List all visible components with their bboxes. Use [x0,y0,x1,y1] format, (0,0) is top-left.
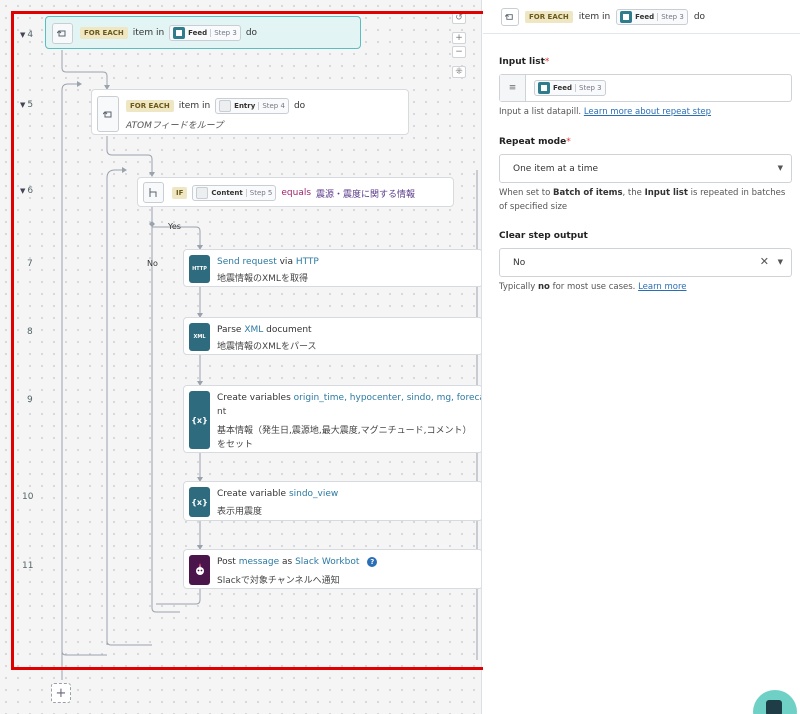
step-4-do: do [245,28,258,38]
xml-icon: XML [189,323,210,351]
step-11-slack-card[interactable]: Post message as Slack Workbot ? Slackで対象… [183,549,481,589]
step-6-header: IF Content Step 5 equals 震源・震度に関する情報 [172,185,415,201]
help-icon[interactable]: ? [367,557,378,567]
http-icon: HTTP [189,255,210,283]
rss-icon [620,10,633,23]
input-list-field[interactable]: ≡ Feed Step 3 [499,74,792,102]
row-number-8: 8 [27,327,33,337]
if-operator: equals [281,188,312,198]
step-4-text: item in [132,28,165,38]
row-number-5[interactable]: ▼ 5 [20,100,42,110]
workflow-canvas[interactable]: ▼ 4 ▼ 5 ▼ 6 7 8 9 10 11 FOR EACH item in Fe… [0,0,482,714]
row-number-9: 9 [27,395,33,405]
row-number-11: 11 [22,561,34,571]
list-icon [196,187,209,199]
repeat-mode-value: One item at a time [513,163,598,174]
step-8-xml-card[interactable]: XML Parse XML document 地震情報のXMLをパース [183,317,481,355]
step-8-title: Parse XML document [217,325,312,335]
panel-header: FOR EACH item in Feed Step 3 do [483,0,800,34]
step-5-do: do [293,101,306,111]
slack-workbot-icon [189,555,210,585]
clear-icon[interactable]: ✕ [760,255,769,268]
clear-output-select[interactable]: No ✕ ▼ [499,248,792,277]
step-5-foreach-card[interactable]: FOR EACH item in Entry Step 4 do ATOMフィード… [91,89,409,135]
step-7-http-card[interactable]: HTTP Send request via HTTP 地震情報のXMLを取得 [183,249,481,287]
list-icon: ≡ [500,75,526,101]
feed-datapill[interactable]: Feed Step 3 [616,8,688,25]
branch-no-label: No [147,259,158,268]
feed-datapill[interactable]: Feed Step 3 [534,80,606,96]
repeat-mode-label: Repeat mode* [499,137,571,147]
content-datapill[interactable]: Content Step 5 [192,185,277,201]
if-tag: IF [172,187,188,199]
chat-icon [766,700,782,714]
foreach-tag: FOR EACH [126,100,174,112]
repeat-mode-select[interactable]: One item at a time ▼ [499,154,792,183]
step-5-subtitle: ATOMフィードをループ [126,121,224,131]
step-7-subtitle: 地震情報のXMLを取得 [217,274,308,284]
step-6-if-card[interactable]: IF Content Step 5 equals 震源・震度に関する情報 [137,177,454,207]
rss-icon [538,82,550,94]
row-number-10: 10 [22,492,34,502]
step-10-title: Create variable sindo_view [217,489,339,499]
clear-output-help: Typically no for most use cases. Learn m… [499,282,687,292]
add-step-button[interactable]: + [51,683,71,703]
row-number-4[interactable]: ▼ 4 [20,30,42,40]
step-9-subtitle: 基本情報（発生日,震源地,最大震度,マグニチュード,コメント） [217,426,472,436]
learn-more-link[interactable]: Learn more [638,282,686,292]
undo-icon[interactable]: ↺ [452,12,466,24]
foreach-tag: FOR EACH [525,10,573,23]
if-value: 震源・震度に関する情報 [316,189,416,200]
step-10-variable-card[interactable]: {x} Create variable sindo_view 表示用震度 [183,481,481,521]
rss-icon [173,27,186,39]
zoom-controls: ↺ + − ⁜ [451,12,467,78]
step-5-text: item in [178,101,211,111]
zoom-in-icon[interactable]: + [452,32,466,44]
step-11-subtitle: Slackで対象チャンネルへ通知 [217,576,340,586]
caret-down-icon: ▼ [777,164,783,172]
branch-icon [143,182,164,203]
step-5-header: FOR EACH item in Entry Step 4 do [126,98,305,114]
feed-datapill[interactable]: Feed Step 3 [169,25,241,41]
repeat-icon [501,7,519,26]
step-4-header: FOR EACH item in Feed Step 3 do [80,25,257,41]
step-10-subtitle: 表示用震度 [217,507,263,517]
branch-yes-label: Yes [168,222,181,231]
step-7-title: Send request via HTTP [217,257,319,267]
step-8-subtitle: 地震情報のXMLをパース [217,342,317,352]
repeat-icon [97,96,119,132]
repeat-mode-help: When set to Batch of items, the Input li… [499,188,786,212]
step-9-title: Create variables origin_time, hypocenter… [217,393,481,403]
panel-header-do: do [693,11,706,22]
variable-icon: {x} [189,487,210,517]
input-list-label: Input list* [499,57,550,67]
step-4-foreach-card[interactable]: FOR EACH item in Feed Step 3 do [45,16,361,49]
step-11-title: Post message as Slack Workbot ? [217,557,378,567]
fit-view-icon[interactable]: ⁜ [452,66,466,78]
panel-header-text: item in [578,11,611,22]
row-number-7: 7 [27,259,33,269]
repeat-step-help-link[interactable]: Learn more about repeat step [584,107,711,117]
foreach-tag: FOR EACH [80,27,128,39]
caret-down-icon: ▼ [777,258,783,266]
step-9-variables-card[interactable]: {x} Create variables origin_time, hypoce… [183,385,481,453]
step-9-title-wrap: nt [217,407,227,417]
clear-output-value: No [513,257,526,268]
step-9-subtitle-wrap: をセット [217,440,254,450]
entry-datapill[interactable]: Entry Step 4 [215,98,289,114]
list-icon [219,100,232,112]
row-number-6[interactable]: ▼ 6 [20,186,42,196]
step-config-panel: FOR EACH item in Feed Step 3 do Input lis… [483,0,800,714]
clear-output-label: Clear step output [499,231,588,241]
variable-icon: {x} [189,391,210,449]
zoom-out-icon[interactable]: − [452,46,466,58]
input-list-help: Input a list datapill. Learn more about … [499,107,712,117]
repeat-icon [52,23,73,44]
